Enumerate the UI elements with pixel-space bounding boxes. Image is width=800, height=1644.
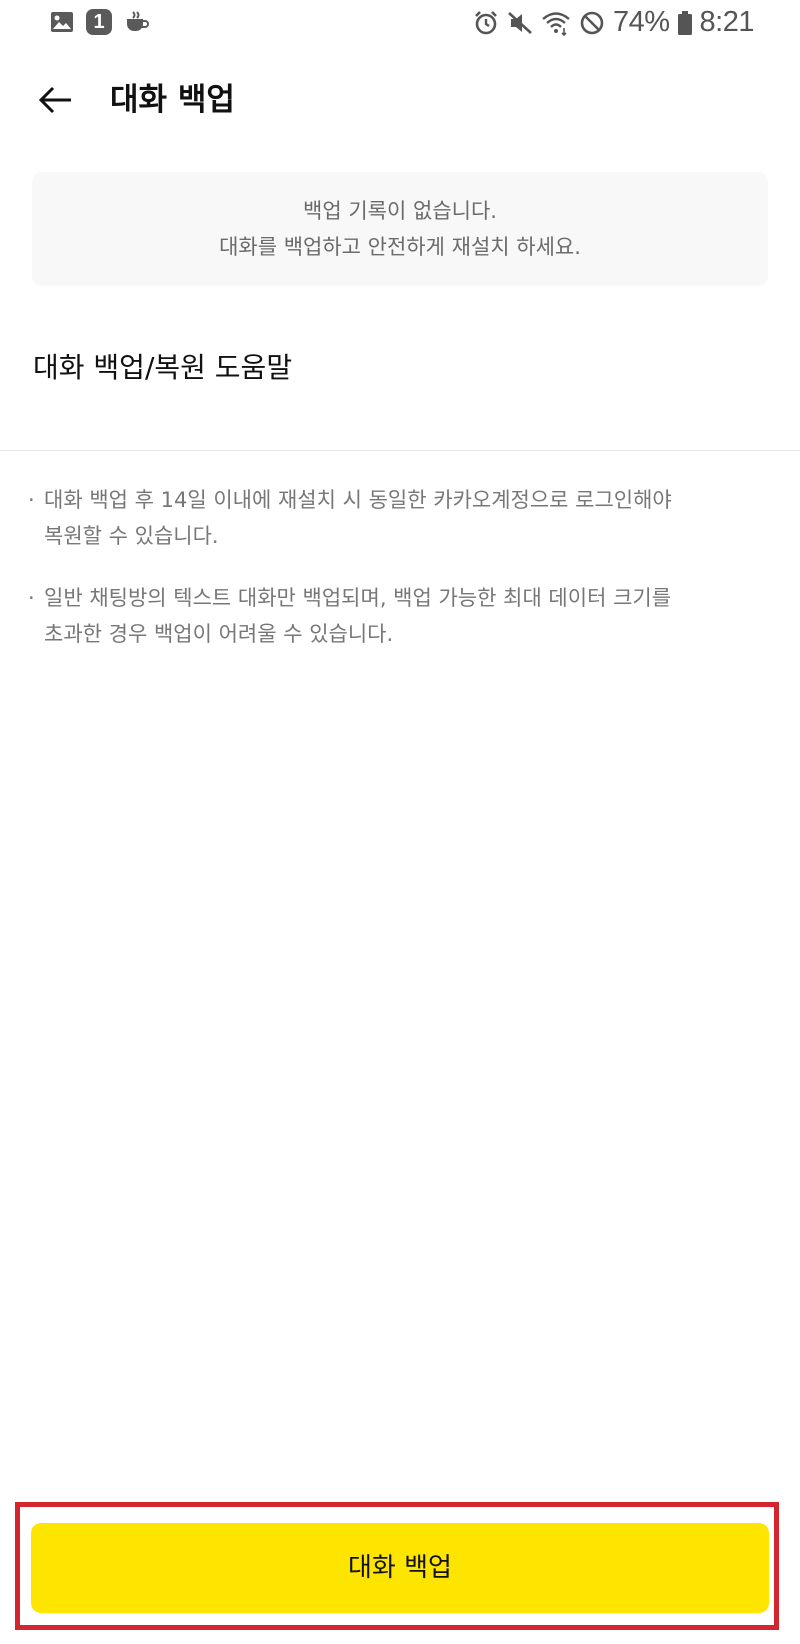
alarm-icon	[475, 10, 497, 34]
help-item-line-2: 복원할 수 있습니다.	[44, 524, 219, 548]
help-item-line-1: 대화 백업 후 14일 이내에 재설치 시 동일한 카카오계정으로 로그인해야	[44, 488, 672, 512]
help-list: · 대화 백업 후 14일 이내에 재설치 시 동일한 카카오계정으로 로그인해…	[28, 482, 768, 678]
backup-button[interactable]: 대화 백업	[31, 1523, 769, 1613]
status-time: 8:21	[699, 6, 755, 38]
notice-line-2: 대화를 백업하고 안전하게 재설치 하세요.	[219, 235, 581, 259]
help-title-link[interactable]: 대화 백업/복원 도움말	[33, 348, 292, 388]
battery-percent: 74%	[613, 6, 670, 38]
help-item-line-1: 일반 채팅방의 텍스트 대화만 백업되며, 백업 가능한 최대 데이터 크기를	[44, 586, 672, 610]
battery-icon	[677, 10, 692, 35]
page-title: 대화 백업	[110, 82, 235, 118]
back-arrow-icon	[38, 86, 71, 114]
bullet: ·	[28, 586, 35, 610]
notice-line-1: 백업 기록이 없습니다.	[303, 199, 497, 223]
status-bar: 1 74% 8:21	[0, 0, 800, 48]
help-item-line-2: 초과한 경우 백업이 어려울 수 있습니다.	[44, 622, 394, 646]
wifi-icon	[542, 11, 570, 36]
bullet: ·	[28, 488, 35, 512]
app-header: 대화 백업	[0, 60, 800, 140]
gallery-icon	[51, 12, 73, 32]
blocked-icon	[580, 11, 604, 34]
back-button[interactable]	[34, 78, 78, 122]
mute-icon	[508, 11, 532, 34]
section-divider	[0, 450, 800, 451]
help-item: · 일반 채팅방의 텍스트 대화만 백업되며, 백업 가능한 최대 데이터 크기…	[28, 580, 768, 652]
coffee-icon	[127, 11, 149, 31]
help-item: · 대화 백업 후 14일 이내에 재설치 시 동일한 카카오계정으로 로그인해…	[28, 482, 768, 554]
one-badge-icon: 1	[86, 9, 112, 35]
backup-status-notice: 백업 기록이 없습니다. 대화를 백업하고 안전하게 재설치 하세요.	[32, 172, 768, 286]
status-bar-right: 74% 8:21	[473, 6, 755, 39]
status-bar-left: 1	[50, 9, 150, 35]
